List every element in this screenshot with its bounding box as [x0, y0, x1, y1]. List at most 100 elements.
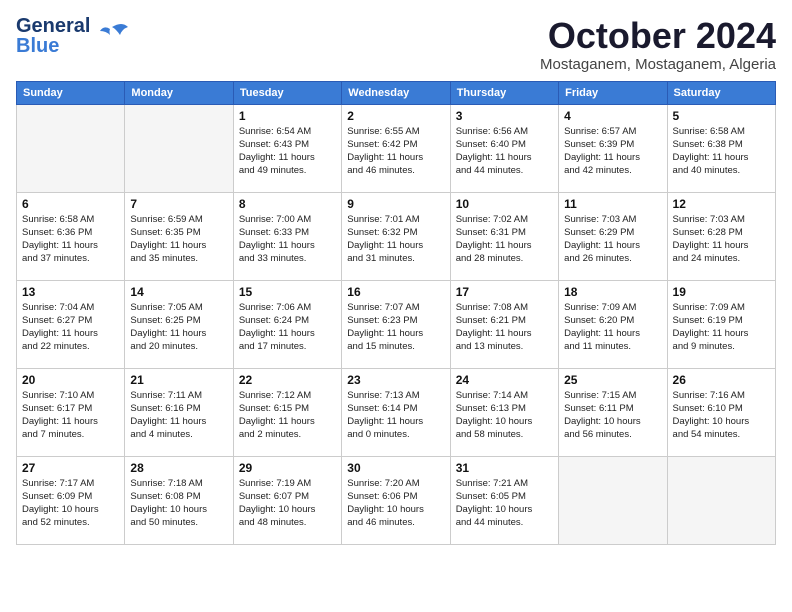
calendar-table: SundayMondayTuesdayWednesdayThursdayFrid…: [16, 81, 776, 545]
day-info: Sunrise: 7:11 AM Sunset: 6:16 PM Dayligh…: [130, 389, 227, 442]
day-number: 21: [130, 373, 227, 387]
day-info: Sunrise: 7:06 AM Sunset: 6:24 PM Dayligh…: [239, 301, 336, 354]
day-number: 11: [564, 197, 661, 211]
logo-general: General: [16, 16, 90, 36]
col-header-wednesday: Wednesday: [342, 81, 450, 104]
calendar-cell: 9 Sunrise: 7:01 AM Sunset: 6:32 PM Daylig…: [342, 192, 450, 280]
calendar-cell: 3Sunrise: 6:56 AM Sunset: 6:40 PM Daylig…: [450, 104, 558, 192]
day-info: Sunrise: 7:01 AM Sunset: 6:32 PM Dayligh…: [347, 213, 444, 266]
calendar-cell: 10 Sunrise: 7:02 AM Sunset: 6:31 PM Dayli…: [450, 192, 558, 280]
day-number: 1: [239, 109, 336, 123]
day-number: 29: [239, 461, 336, 475]
calendar-cell: 5 Sunrise: 6:58 AM Sunset: 6:38 PM Daylig…: [667, 104, 775, 192]
calendar-cell: 12Sunrise: 7:03 AM Sunset: 6:28 PM Dayli…: [667, 192, 775, 280]
calendar-cell: [559, 456, 667, 544]
day-number: 25: [564, 373, 661, 387]
week-row-2: 6Sunrise: 6:58 AM Sunset: 6:36 PM Daylig…: [17, 192, 776, 280]
calendar-cell: 19 Sunrise: 7:09 AM Sunset: 6:19 PM Dayli…: [667, 280, 775, 368]
calendar-cell: 18Sunrise: 7:09 AM Sunset: 6:20 PM Dayli…: [559, 280, 667, 368]
calendar-cell: 16 Sunrise: 7:07 AM Sunset: 6:23 PM Dayli…: [342, 280, 450, 368]
calendar-cell: 17 Sunrise: 7:08 AM Sunset: 6:21 PM Dayli…: [450, 280, 558, 368]
calendar-cell: 13 Sunrise: 7:04 AM Sunset: 6:27 PM Dayli…: [17, 280, 125, 368]
col-header-monday: Monday: [125, 81, 233, 104]
day-info: Sunrise: 7:15 AM Sunset: 6:11 PM Dayligh…: [564, 389, 661, 442]
col-header-friday: Friday: [559, 81, 667, 104]
col-header-saturday: Saturday: [667, 81, 775, 104]
day-number: 6: [22, 197, 119, 211]
day-info: Sunrise: 7:12 AM Sunset: 6:15 PM Dayligh…: [239, 389, 336, 442]
calendar-cell: 26 Sunrise: 7:16 AM Sunset: 6:10 PM Dayli…: [667, 368, 775, 456]
day-info: Sunrise: 7:19 AM Sunset: 6:07 PM Dayligh…: [239, 477, 336, 530]
day-info: Sunrise: 7:08 AM Sunset: 6:21 PM Dayligh…: [456, 301, 553, 354]
calendar-cell: 27 Sunrise: 7:17 AM Sunset: 6:09 PM Dayli…: [17, 456, 125, 544]
week-row-4: 20Sunrise: 7:10 AM Sunset: 6:17 PM Dayli…: [17, 368, 776, 456]
col-header-sunday: Sunday: [17, 81, 125, 104]
day-info: Sunrise: 7:03 AM Sunset: 6:28 PM Dayligh…: [673, 213, 770, 266]
day-info: Sunrise: 6:57 AM Sunset: 6:39 PM Dayligh…: [564, 125, 661, 178]
day-info: Sunrise: 6:55 AM Sunset: 6:42 PM Dayligh…: [347, 125, 444, 178]
calendar-cell: 31 Sunrise: 7:21 AM Sunset: 6:05 PM Dayli…: [450, 456, 558, 544]
day-info: Sunrise: 7:21 AM Sunset: 6:05 PM Dayligh…: [456, 477, 553, 530]
day-info: Sunrise: 6:59 AM Sunset: 6:35 PM Dayligh…: [130, 213, 227, 266]
calendar-cell: 23Sunrise: 7:13 AM Sunset: 6:14 PM Dayli…: [342, 368, 450, 456]
logo-bird-icon: [94, 17, 132, 55]
logo-blue: Blue: [16, 36, 90, 56]
day-number: 13: [22, 285, 119, 299]
day-number: 28: [130, 461, 227, 475]
day-info: Sunrise: 7:09 AM Sunset: 6:20 PM Dayligh…: [564, 301, 661, 354]
calendar-cell: 1 Sunrise: 6:54 AM Sunset: 6:43 PM Daylig…: [233, 104, 341, 192]
day-number: 30: [347, 461, 444, 475]
day-number: 9: [347, 197, 444, 211]
day-info: Sunrise: 7:00 AM Sunset: 6:33 PM Dayligh…: [239, 213, 336, 266]
day-number: 20: [22, 373, 119, 387]
day-number: 14: [130, 285, 227, 299]
calendar-cell: 14 Sunrise: 7:05 AM Sunset: 6:25 PM Dayli…: [125, 280, 233, 368]
day-info: Sunrise: 7:09 AM Sunset: 6:19 PM Dayligh…: [673, 301, 770, 354]
day-number: 31: [456, 461, 553, 475]
col-header-thursday: Thursday: [450, 81, 558, 104]
day-info: Sunrise: 7:03 AM Sunset: 6:29 PM Dayligh…: [564, 213, 661, 266]
logo: General Blue: [16, 16, 132, 56]
calendar-cell: 25 Sunrise: 7:15 AM Sunset: 6:11 PM Dayli…: [559, 368, 667, 456]
day-number: 7: [130, 197, 227, 211]
calendar-cell: 24Sunrise: 7:14 AM Sunset: 6:13 PM Dayli…: [450, 368, 558, 456]
day-number: 22: [239, 373, 336, 387]
calendar-cell: 4 Sunrise: 6:57 AM Sunset: 6:39 PM Daylig…: [559, 104, 667, 192]
day-number: 27: [22, 461, 119, 475]
day-number: 3: [456, 109, 553, 123]
day-info: Sunrise: 7:18 AM Sunset: 6:08 PM Dayligh…: [130, 477, 227, 530]
page-header: General Blue October 2024 Mostaganem, Mo…: [16, 16, 776, 73]
day-number: 2: [347, 109, 444, 123]
col-header-tuesday: Tuesday: [233, 81, 341, 104]
day-number: 26: [673, 373, 770, 387]
calendar-cell: 15Sunrise: 7:06 AM Sunset: 6:24 PM Dayli…: [233, 280, 341, 368]
day-info: Sunrise: 7:04 AM Sunset: 6:27 PM Dayligh…: [22, 301, 119, 354]
calendar-cell: 7 Sunrise: 6:59 AM Sunset: 6:35 PM Daylig…: [125, 192, 233, 280]
day-number: 10: [456, 197, 553, 211]
calendar-cell: 11 Sunrise: 7:03 AM Sunset: 6:29 PM Dayli…: [559, 192, 667, 280]
day-number: 5: [673, 109, 770, 123]
calendar-cell: 28 Sunrise: 7:18 AM Sunset: 6:08 PM Dayli…: [125, 456, 233, 544]
day-info: Sunrise: 7:17 AM Sunset: 6:09 PM Dayligh…: [22, 477, 119, 530]
week-row-5: 27 Sunrise: 7:17 AM Sunset: 6:09 PM Dayli…: [17, 456, 776, 544]
calendar-cell: 8Sunrise: 7:00 AM Sunset: 6:33 PM Daylig…: [233, 192, 341, 280]
calendar-cell: [17, 104, 125, 192]
day-number: 16: [347, 285, 444, 299]
day-info: Sunrise: 7:07 AM Sunset: 6:23 PM Dayligh…: [347, 301, 444, 354]
day-info: Sunrise: 7:16 AM Sunset: 6:10 PM Dayligh…: [673, 389, 770, 442]
day-info: Sunrise: 7:05 AM Sunset: 6:25 PM Dayligh…: [130, 301, 227, 354]
day-info: Sunrise: 6:58 AM Sunset: 6:38 PM Dayligh…: [673, 125, 770, 178]
day-info: Sunrise: 7:20 AM Sunset: 6:06 PM Dayligh…: [347, 477, 444, 530]
title-block: October 2024 Mostaganem, Mostaganem, Alg…: [540, 16, 776, 73]
day-number: 17: [456, 285, 553, 299]
day-info: Sunrise: 7:13 AM Sunset: 6:14 PM Dayligh…: [347, 389, 444, 442]
day-number: 24: [456, 373, 553, 387]
day-info: Sunrise: 6:54 AM Sunset: 6:43 PM Dayligh…: [239, 125, 336, 178]
week-row-1: 1 Sunrise: 6:54 AM Sunset: 6:43 PM Daylig…: [17, 104, 776, 192]
day-number: 19: [673, 285, 770, 299]
day-info: Sunrise: 7:02 AM Sunset: 6:31 PM Dayligh…: [456, 213, 553, 266]
calendar-header-row: SundayMondayTuesdayWednesdayThursdayFrid…: [17, 81, 776, 104]
day-number: 4: [564, 109, 661, 123]
week-row-3: 13 Sunrise: 7:04 AM Sunset: 6:27 PM Dayli…: [17, 280, 776, 368]
month-title: October 2024: [540, 16, 776, 56]
